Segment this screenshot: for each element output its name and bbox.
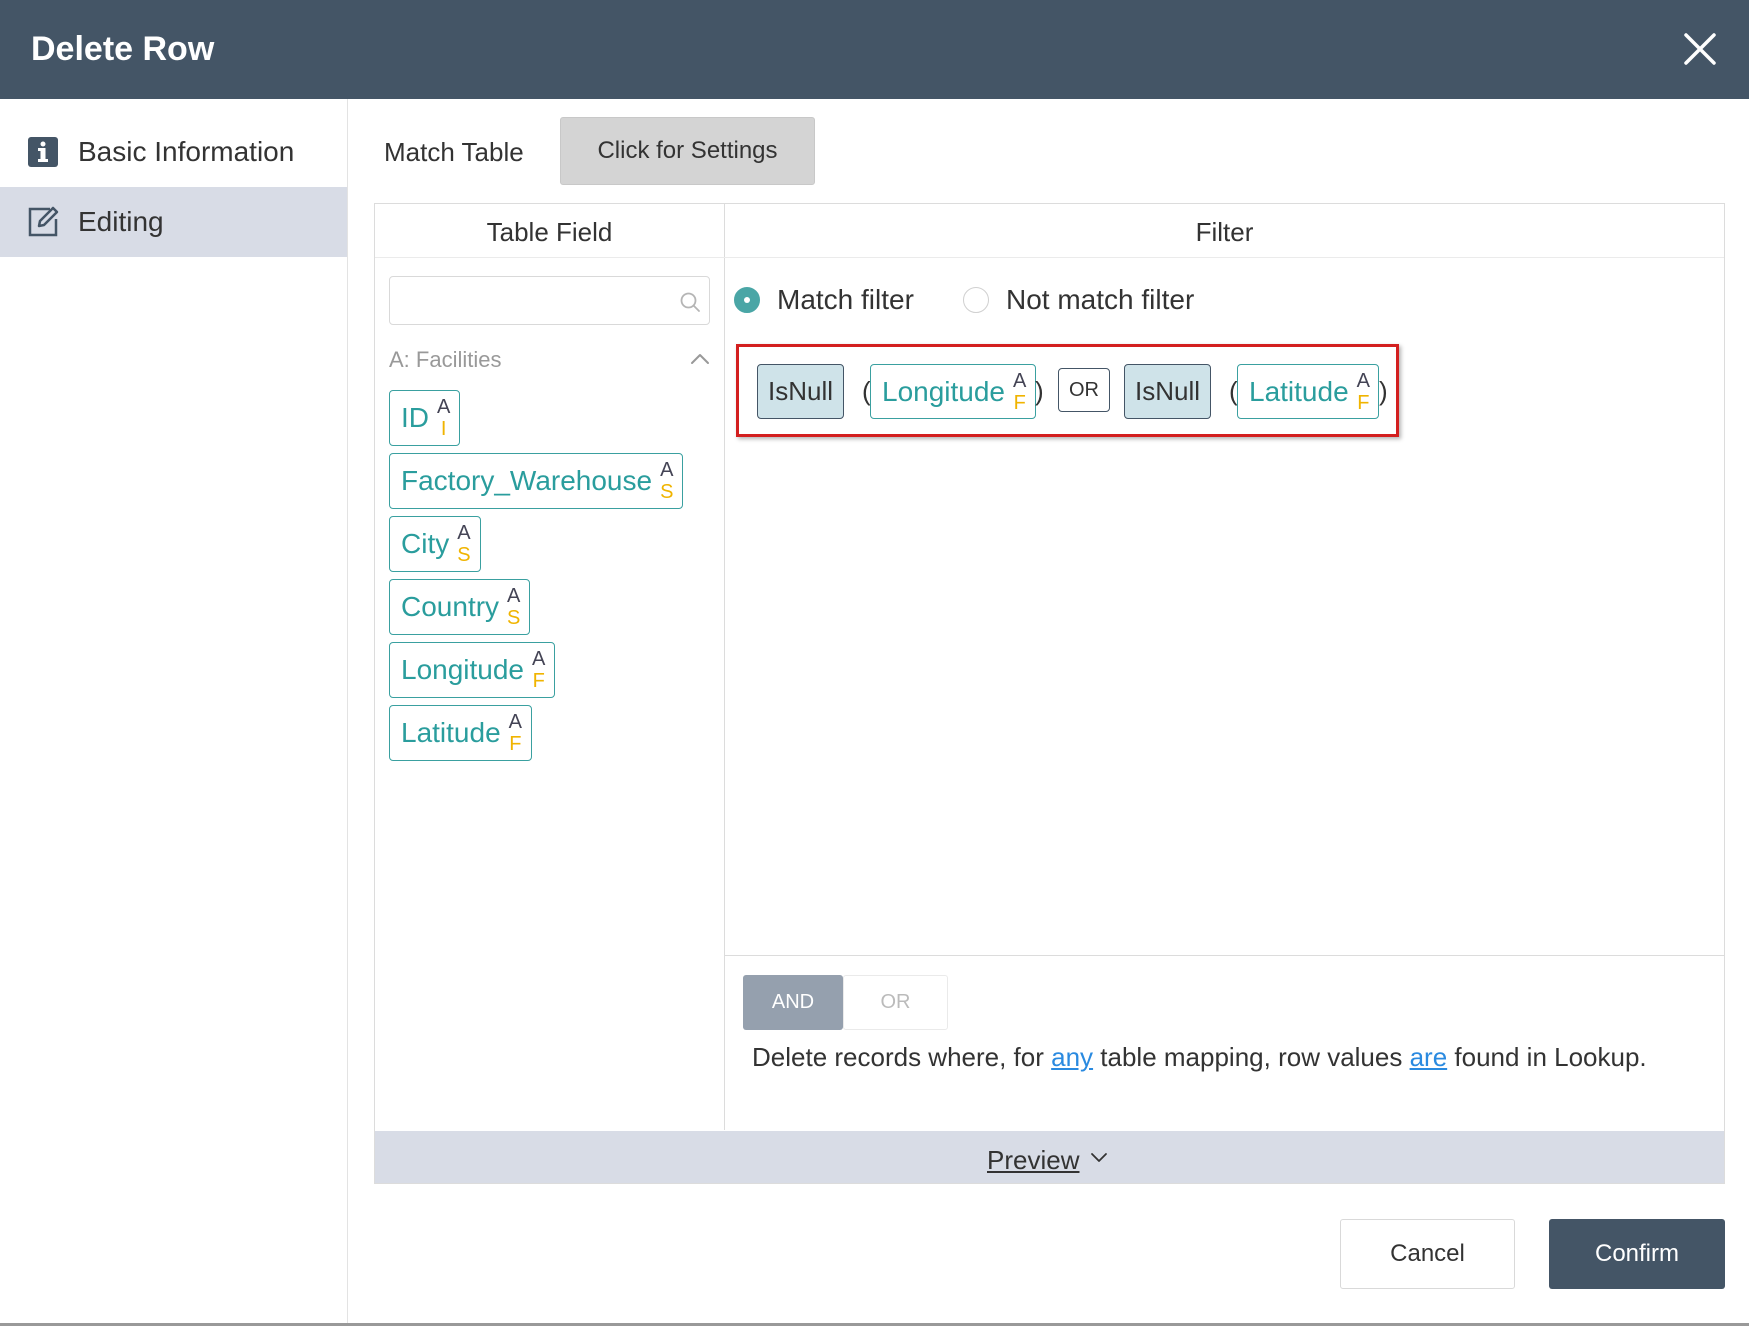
or-button[interactable]: OR <box>843 975 948 1030</box>
dialog-title: Delete Row <box>31 30 215 68</box>
field-type: S <box>507 607 521 629</box>
table-field-header: Table Field <box>486 217 613 247</box>
field-chip-country[interactable]: Country A S <box>389 579 531 635</box>
match-table-label: Match Table <box>384 137 524 167</box>
radio-unselected-icon <box>963 287 989 313</box>
field-search-box[interactable] <box>389 276 710 325</box>
expression-field-latitude[interactable]: Latitude A F <box>1237 364 1379 419</box>
field-name: Factory_Warehouse <box>401 465 653 496</box>
close-icon[interactable] <box>1680 29 1720 69</box>
field-type: I <box>440 418 447 440</box>
field-chip-latitude[interactable]: Latitude A F <box>389 705 532 761</box>
field-source: A <box>1356 369 1370 392</box>
description-middle: table mapping, row values <box>1093 1042 1410 1072</box>
field-meta: A S <box>457 522 470 566</box>
field-search-input[interactable] <box>400 285 660 317</box>
and-button[interactable]: AND <box>743 975 843 1030</box>
radio-label: Match filter <box>777 284 914 315</box>
info-icon <box>26 135 60 169</box>
function-chip-isnull[interactable]: IsNull <box>1124 364 1211 419</box>
field-source: A <box>660 459 674 481</box>
field-name: ID <box>401 402 429 433</box>
close-paren: ) <box>1379 376 1388 406</box>
edit-icon <box>26 205 60 239</box>
field-name: Latitude <box>401 717 501 748</box>
field-meta: A F <box>509 711 522 755</box>
field-type: F <box>532 670 545 692</box>
field-name: Latitude <box>1249 375 1349 407</box>
field-type: F <box>1357 391 1370 414</box>
column-divider <box>724 203 725 1130</box>
field-chip-city[interactable]: City A S <box>389 516 481 572</box>
field-source: A <box>437 396 451 418</box>
field-meta: A F <box>532 648 545 692</box>
field-name: Longitude <box>401 654 525 685</box>
cancel-button[interactable]: Cancel <box>1340 1219 1515 1289</box>
field-source: A <box>1013 369 1027 392</box>
radio-label: Not match filter <box>1006 284 1195 315</box>
operator-chip-or[interactable]: OR <box>1058 368 1110 412</box>
are-link[interactable]: are <box>1410 1042 1448 1072</box>
field-chip-id[interactable]: ID A I <box>389 390 461 446</box>
expression-field-longitude[interactable]: Longitude A F <box>870 364 1036 419</box>
field-meta: A S <box>660 459 673 503</box>
close-paren: ) <box>1035 376 1044 406</box>
field-meta: A S <box>507 585 520 629</box>
match-table-settings-button[interactable]: Click for Settings <box>560 117 815 185</box>
field-source: A <box>457 522 471 544</box>
field-chip-longitude[interactable]: Longitude A F <box>389 642 556 698</box>
filter-header: Filter <box>1195 217 1254 247</box>
any-link[interactable]: any <box>1051 1042 1093 1072</box>
field-source: A <box>507 585 521 607</box>
sidebar-item-basic-information[interactable]: Basic Information <box>0 117 347 187</box>
search-icon <box>679 291 701 313</box>
field-meta: A I <box>437 396 450 440</box>
function-chip-isnull[interactable]: IsNull <box>757 364 844 419</box>
field-name: Longitude <box>882 375 1006 407</box>
filter-description: Delete records where, for any table mapp… <box>752 1040 1647 1074</box>
description-suffix: found in Lookup. <box>1447 1042 1647 1072</box>
sidebar: Basic Information Editing <box>0 99 348 1326</box>
field-type: F <box>509 733 522 755</box>
field-meta: A F <box>1357 370 1370 414</box>
field-source: A <box>508 711 522 733</box>
filter-footer-divider <box>725 955 1724 956</box>
field-name: Country <box>401 591 500 622</box>
chevron-up-icon[interactable] <box>689 350 711 368</box>
description-prefix: Delete records where, for <box>752 1042 1052 1072</box>
sidebar-item-editing[interactable]: Editing <box>0 187 347 257</box>
confirm-button[interactable]: Confirm <box>1549 1219 1725 1289</box>
field-group-label: A: Facilities <box>389 347 502 372</box>
radio-selected-icon <box>734 287 760 313</box>
sidebar-item-label: Basic Information <box>78 136 295 167</box>
field-name: City <box>401 528 450 559</box>
header-divider <box>375 257 1724 258</box>
chevron-down-icon[interactable] <box>1090 1150 1108 1164</box>
field-type: S <box>457 544 471 566</box>
field-type: F <box>1013 391 1026 414</box>
field-chip-factory-warehouse[interactable]: Factory_Warehouse A S <box>389 453 684 509</box>
dialog-titlebar: Delete Row <box>0 0 1749 99</box>
field-source: A <box>532 648 546 670</box>
sidebar-item-label: Editing <box>78 206 164 237</box>
field-meta: A F <box>1013 370 1026 414</box>
field-type: S <box>660 481 674 503</box>
preview-link[interactable]: Preview <box>987 1143 1079 1177</box>
